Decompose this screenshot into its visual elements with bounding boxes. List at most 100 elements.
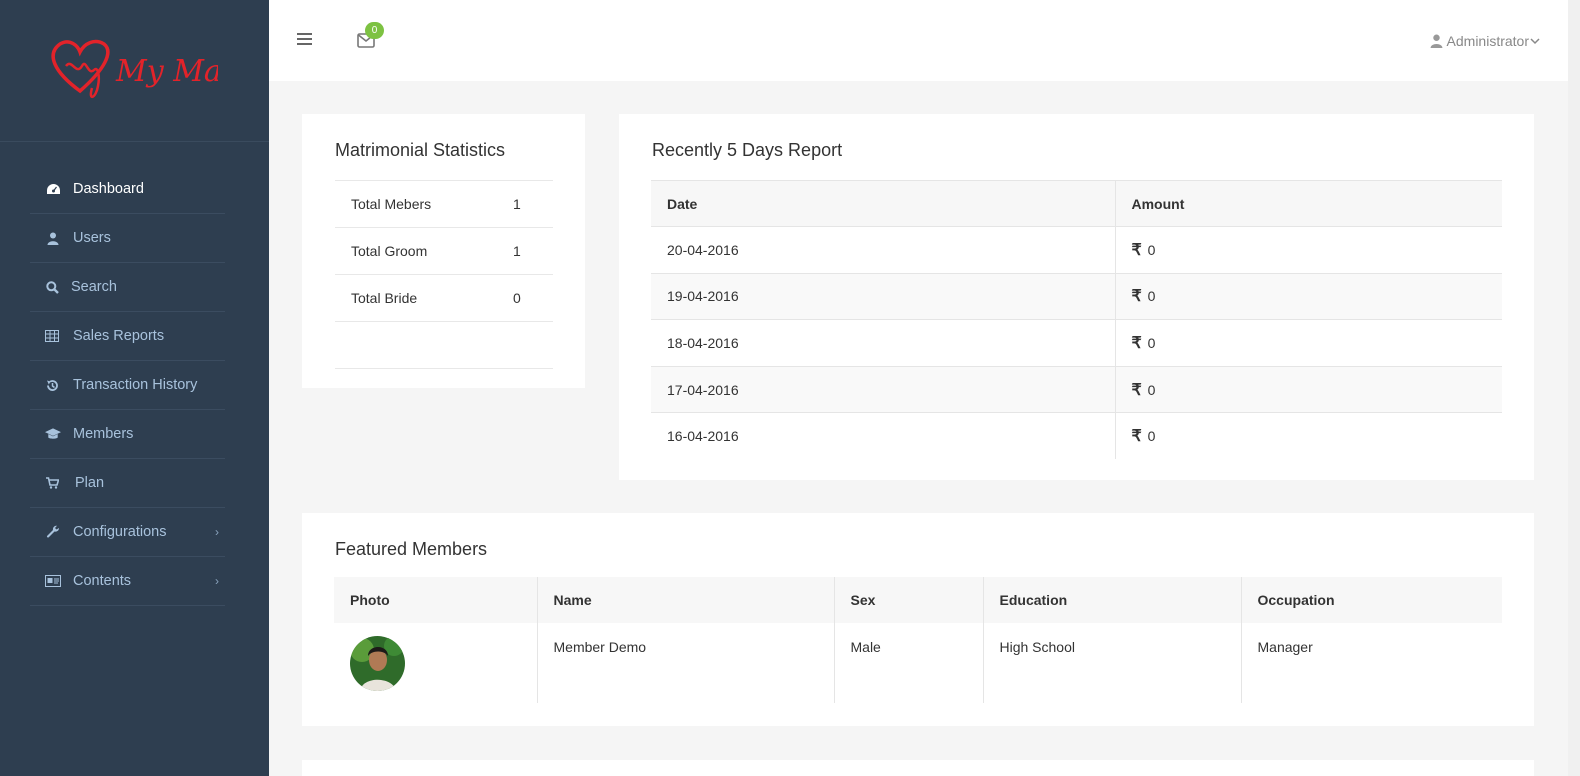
table-row: Member Demo Male High School Manager: [334, 623, 1502, 703]
report-title: Recently 5 Days Report: [652, 140, 843, 160]
report-amount: ₹ 0: [1115, 319, 1502, 367]
report-amount: ₹ 0: [1115, 365, 1502, 413]
table-row: 20-04-2016 ₹ 0: [651, 226, 1502, 274]
featured-members-panel: Featured Members Photo Name Sex Educatio…: [302, 513, 1534, 726]
sidebar-item-members[interactable]: Members: [30, 410, 225, 459]
sidebar-item-plan[interactable]: Plan: [30, 459, 225, 508]
user-icon: [1430, 34, 1442, 48]
sidebar-item-configurations[interactable]: Configurations ›: [30, 508, 225, 557]
stat-value: 0: [513, 274, 553, 322]
table-row: 16-04-2016 ₹ 0: [651, 412, 1502, 460]
scrollbar[interactable]: [1568, 0, 1580, 776]
sidebar: My Matri Dashboard Users Search Sales: [0, 0, 269, 776]
report-date: 17-04-2016: [651, 365, 1116, 413]
stat-label: Total Bride: [335, 274, 513, 322]
logo[interactable]: My Matri: [0, 0, 269, 142]
sidebar-item-label: Dashboard: [73, 181, 144, 197]
user-menu[interactable]: Administrator: [1430, 33, 1544, 49]
sidebar-item-transaction-history[interactable]: Transaction History: [30, 361, 225, 410]
column-header-amount: Amount: [1115, 180, 1502, 227]
report-date: 19-04-2016: [651, 272, 1116, 320]
empty-cell: [335, 321, 513, 369]
stat-value: 1: [513, 227, 553, 275]
sidebar-item-dashboard[interactable]: Dashboard: [30, 165, 225, 214]
report-amount: ₹ 0: [1115, 226, 1502, 274]
member-occupation: Manager: [1257, 639, 1313, 655]
column-header-photo: Photo: [334, 577, 538, 623]
sidebar-item-sales-reports[interactable]: Sales Reports: [30, 312, 225, 361]
sidebar-item-label: Search: [71, 279, 117, 295]
user-name: Administrator: [1446, 33, 1529, 49]
history-icon: [44, 377, 60, 393]
table-header-row: Photo Name Sex Education Occupation: [334, 577, 1502, 623]
featured-title: Featured Members: [335, 539, 488, 559]
id-card-icon: [45, 573, 61, 589]
member-name: Member Demo: [537, 623, 835, 703]
member-sex: Male: [834, 623, 984, 703]
report-date: 18-04-2016: [651, 319, 1116, 367]
stats-title: Matrimonial Statistics: [335, 140, 506, 160]
member-photo-cell: [334, 623, 538, 703]
member-education: High School: [983, 623, 1242, 703]
rupee-icon: ₹: [1131, 241, 1142, 259]
mail-count-badge: 0: [365, 22, 384, 39]
column-header-date: Date: [651, 180, 1116, 227]
table-row: 17-04-2016 ₹ 0: [651, 365, 1502, 413]
stats-table: Total Mebers 1 Total Groom 1 Total Bride…: [335, 180, 553, 369]
next-panel: [302, 760, 1534, 776]
sidebar-item-label: Configurations: [73, 524, 167, 540]
logo-text: My Matri: [115, 54, 218, 89]
avatar[interactable]: [350, 636, 405, 691]
brand-logo-icon: My Matri: [51, 39, 218, 98]
column-header-education: Education: [983, 577, 1242, 623]
dashboard-icon: [45, 181, 61, 197]
table-row: Total Mebers 1: [335, 180, 553, 228]
featured-table: Photo Name Sex Education Occupation Memb…: [334, 577, 1502, 703]
user-icon: [45, 230, 61, 246]
sidebar-item-label: Transaction History: [73, 377, 198, 393]
graduation-cap-icon: [45, 426, 61, 442]
empty-cell: [513, 321, 553, 369]
report-date: 16-04-2016: [651, 412, 1116, 460]
stat-label: Total Mebers: [335, 180, 513, 228]
stats-panel: Matrimonial Statistics Total Mebers 1 To…: [302, 114, 585, 388]
table-row: 19-04-2016 ₹ 0: [651, 272, 1502, 320]
table-row: Total Bride 0: [335, 274, 553, 322]
topbar: 0 Administrator: [269, 0, 1580, 81]
sidebar-item-search[interactable]: Search: [30, 263, 225, 312]
sidebar-item-label: Sales Reports: [73, 328, 165, 344]
report-amount: ₹ 0: [1115, 412, 1502, 460]
sidebar-item-label: Contents: [73, 573, 132, 589]
chevron-right-icon: ›: [215, 525, 219, 539]
report-panel: Recently 5 Days Report Date Amount 20-04…: [619, 114, 1534, 480]
column-header-occupation: Occupation: [1241, 577, 1502, 623]
column-header-sex: Sex: [834, 577, 984, 623]
chevron-right-icon: ›: [215, 574, 219, 588]
rupee-icon: ₹: [1131, 288, 1142, 306]
table-icon: [44, 328, 60, 344]
sidebar-item-label: Members: [73, 426, 134, 442]
table-row: 18-04-2016 ₹ 0: [651, 319, 1502, 367]
column-header-name: Name: [537, 577, 835, 623]
table-header-row: Date Amount: [651, 180, 1502, 227]
report-table: Date Amount 20-04-2016 ₹ 0 19-04-2016 ₹ …: [651, 180, 1502, 460]
chevron-down-icon: [1530, 37, 1540, 44]
table-row: Total Groom 1: [335, 227, 553, 275]
wrench-icon: [45, 524, 61, 540]
sidebar-item-contents[interactable]: Contents ›: [30, 557, 225, 606]
sidebar-item-users[interactable]: Users: [30, 214, 225, 263]
sidebar-item-label: Plan: [75, 475, 105, 491]
rupee-icon: ₹: [1131, 381, 1142, 399]
hamburger-menu-icon[interactable]: [297, 33, 312, 47]
report-amount: ₹ 0: [1115, 272, 1502, 320]
search-icon: [44, 279, 60, 295]
rupee-icon: ₹: [1131, 428, 1142, 446]
stat-value: 1: [513, 180, 553, 228]
sidebar-nav: Dashboard Users Search Sales Reports Tra…: [30, 165, 225, 606]
cart-icon: [44, 475, 60, 491]
stat-label: Total Groom: [335, 227, 513, 275]
report-date: 20-04-2016: [651, 226, 1116, 274]
rupee-icon: ₹: [1131, 334, 1142, 352]
table-row: [335, 321, 553, 369]
sidebar-item-label: Users: [73, 230, 111, 246]
